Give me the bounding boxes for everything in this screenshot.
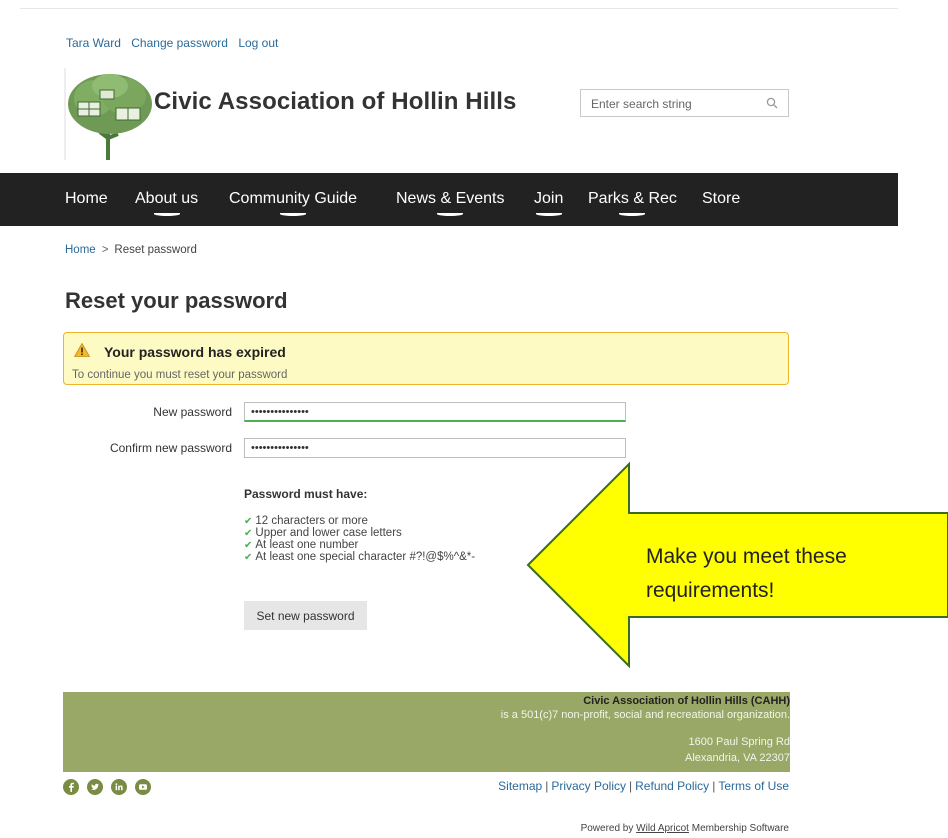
checkmark-icon: ✔ xyxy=(244,552,253,563)
nav-home[interactable]: Home xyxy=(65,190,108,208)
callout-line-1: Make you meet these xyxy=(646,545,847,568)
refund-policy-link[interactable]: Refund Policy xyxy=(635,779,709,793)
breadcrumb-current: Reset password xyxy=(114,244,197,256)
nav-parks-rec[interactable]: Parks & Rec xyxy=(588,190,677,216)
youtube-icon[interactable] xyxy=(135,779,151,795)
alert-text: To continue you must reset your password xyxy=(72,369,288,381)
list-item: ✔ Upper and lower case letters xyxy=(244,527,475,539)
requirement-text: At least one number xyxy=(255,539,359,551)
nav-join-label: Join xyxy=(534,190,564,207)
callout-text: Make you meet these requirements! xyxy=(646,540,847,608)
nav-about-us-label: About us xyxy=(135,190,199,207)
footer-panel: Civic Association of Hollin Hills (CAHH)… xyxy=(63,692,790,772)
wild-apricot-link[interactable]: Wild Apricot xyxy=(636,823,689,834)
nav-home-label: Home xyxy=(65,190,108,207)
powered-by-suffix: Membership Software xyxy=(691,823,789,834)
new-password-field[interactable] xyxy=(244,402,626,422)
sitemap-link[interactable]: Sitemap xyxy=(498,779,542,793)
link-divider: | xyxy=(712,779,716,793)
nav-about-us[interactable]: About us xyxy=(135,190,199,216)
chevron-down-icon xyxy=(437,212,464,216)
nav-news-events-label: News & Events xyxy=(396,190,505,207)
top-divider xyxy=(20,8,898,9)
alert-title: Your password has expired xyxy=(104,344,286,360)
breadcrumb-separator: > xyxy=(101,244,109,256)
breadcrumb: Home > Reset password xyxy=(65,244,197,256)
site-title[interactable]: Civic Association of Hollin Hills xyxy=(154,88,516,116)
privacy-policy-link[interactable]: Privacy Policy xyxy=(551,779,626,793)
main-nav: Home About us Community Guide News & Eve… xyxy=(0,173,898,226)
checkmark-icon: ✔ xyxy=(244,516,253,527)
tree-logo-icon[interactable] xyxy=(64,68,156,160)
facebook-icon[interactable] xyxy=(63,779,79,795)
linkedin-icon[interactable] xyxy=(111,779,127,795)
footer-org-name: Civic Association of Hollin Hills (CAHH) xyxy=(583,695,790,707)
footer-links: Sitemap | Privacy Policy | Refund Policy | Ter… xyxy=(498,779,789,793)
callout-line-2: requirements! xyxy=(646,579,775,602)
checkmark-icon: ✔ xyxy=(244,528,253,539)
nav-news-events[interactable]: News & Events xyxy=(396,190,505,216)
user-links: Tara Ward Change password Log out xyxy=(66,36,285,50)
change-password-link[interactable]: Change password xyxy=(131,36,228,50)
list-item: ✔ At least one number xyxy=(244,539,475,551)
chevron-down-icon xyxy=(619,212,646,216)
confirm-password-field[interactable] xyxy=(244,438,626,458)
nav-join[interactable]: Join xyxy=(534,190,564,216)
warning-icon xyxy=(74,343,90,357)
requirement-text: Upper and lower case letters xyxy=(255,527,402,539)
page-title: Reset your password xyxy=(65,288,288,313)
chevron-down-icon xyxy=(153,212,180,216)
nav-community-guide-label: Community Guide xyxy=(229,190,358,207)
link-divider: | xyxy=(629,779,633,793)
chevron-down-icon xyxy=(535,212,562,216)
list-item: ✔ At least one special character #?!@$%^&… xyxy=(244,551,475,563)
link-divider: | xyxy=(545,779,549,793)
requirements-title: Password must have: xyxy=(244,487,368,501)
search-box xyxy=(580,89,789,117)
requirements-list: ✔ 12 characters or more ✔ Upper and lower … xyxy=(244,515,475,563)
nav-store[interactable]: Store xyxy=(702,190,740,208)
terms-of-use-link[interactable]: Terms of Use xyxy=(718,779,789,793)
new-password-label: New password xyxy=(153,405,232,419)
confirm-password-label: Confirm new password xyxy=(109,441,232,455)
expired-alert: Your password has expired To continue yo… xyxy=(63,332,789,385)
chevron-down-icon xyxy=(280,212,307,216)
nav-parks-rec-label: Parks & Rec xyxy=(588,190,677,207)
powered-by-prefix: Powered by xyxy=(580,823,634,834)
search-icon[interactable] xyxy=(766,97,778,109)
powered-by: Powered by Wild Apricot Membership Softw… xyxy=(581,823,789,834)
twitter-icon[interactable] xyxy=(87,779,103,795)
checkmark-icon: ✔ xyxy=(244,540,253,551)
breadcrumb-home[interactable]: Home xyxy=(65,244,96,256)
list-item: ✔ 12 characters or more xyxy=(244,515,475,527)
requirement-text: At least one special character #?!@$%^&*… xyxy=(255,551,476,563)
user-name-link[interactable]: Tara Ward xyxy=(66,36,121,50)
log-out-link[interactable]: Log out xyxy=(238,36,278,50)
footer-address-line-2: Alexandria, VA 22307 xyxy=(685,752,790,764)
footer-address-line-1: 1600 Paul Spring Rd xyxy=(688,736,790,748)
nav-store-label: Store xyxy=(702,190,741,207)
set-new-password-button[interactable]: Set new password xyxy=(244,601,367,630)
nav-community-guide[interactable]: Community Guide xyxy=(229,190,358,216)
footer-description: is a 501(c)7 non-profit, social and recr… xyxy=(500,709,790,721)
requirement-text: 12 characters or more xyxy=(255,515,368,527)
search-input[interactable] xyxy=(591,95,756,113)
